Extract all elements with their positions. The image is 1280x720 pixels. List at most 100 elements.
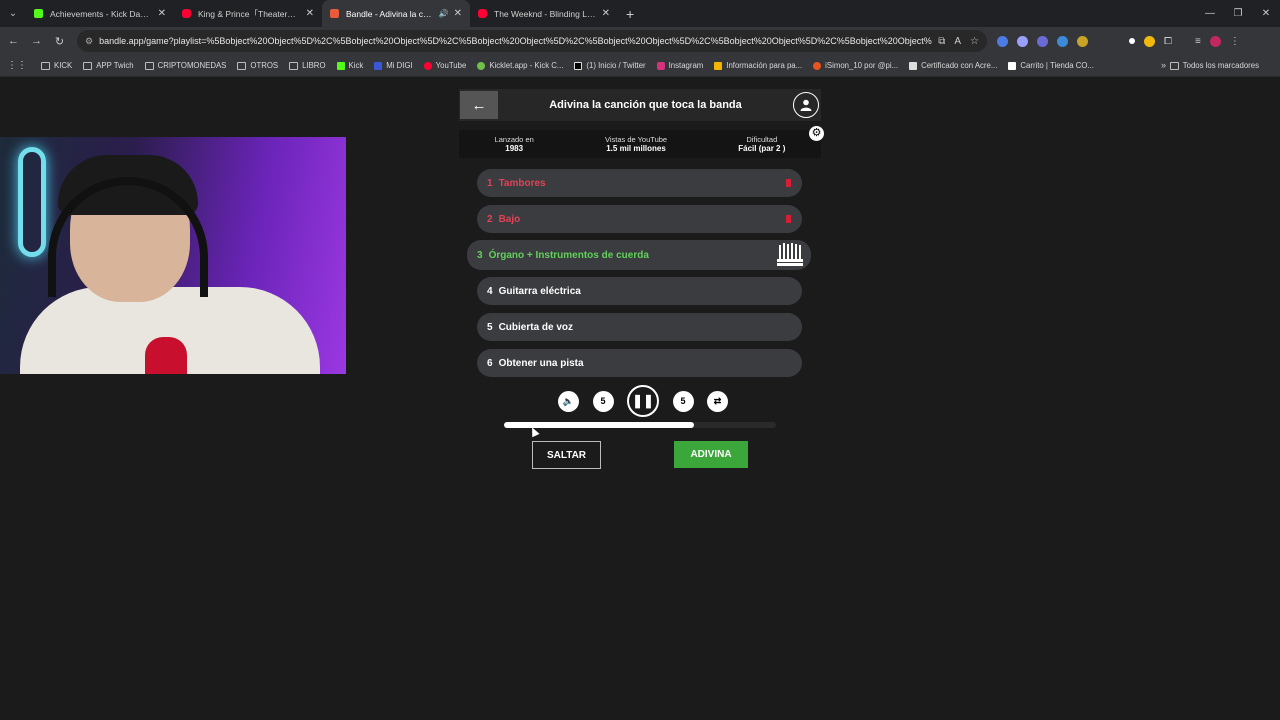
profile-button[interactable] — [793, 92, 819, 118]
install-app-icon[interactable]: ⧉ — [938, 36, 945, 47]
bookmark-criptomonedas[interactable]: CRIPTOMONEDAS — [144, 61, 226, 70]
bookmark-star-icon[interactable]: ☆ — [970, 36, 979, 47]
extensions-puzzle-icon[interactable]: ⧠ — [1164, 36, 1172, 47]
reload-icon[interactable]: ↻ — [48, 35, 71, 48]
track-number: 3 — [477, 249, 483, 261]
extension-icon[interactable] — [1129, 38, 1135, 44]
site-icon — [909, 61, 918, 70]
track-label: Bajo — [498, 213, 521, 225]
volume-button[interactable]: 🔈 — [558, 390, 579, 412]
back-arrow-icon[interactable]: ← — [2, 35, 25, 47]
close-window-icon[interactable]: ✕ — [1252, 0, 1280, 27]
extension-icon[interactable] — [1144, 35, 1155, 47]
track-item-5[interactable]: 5 Cubierta de voz — [477, 313, 802, 341]
reading-list-icon[interactable]: ≡ — [1195, 36, 1201, 47]
bookmark-informacion[interactable]: Información para pa... — [714, 61, 802, 70]
site-info-icon[interactable]: ⚙ — [85, 36, 93, 47]
kick-icon — [336, 61, 345, 70]
bookmark-carrito[interactable]: Carrito | Tienda CO... — [1008, 61, 1094, 70]
track-number: 4 — [487, 285, 493, 297]
player-controls: 🔈 5 ❚❚ 5 ⇄ — [558, 385, 728, 417]
stat-label: Lanzado en — [494, 135, 534, 144]
youtube-icon — [423, 61, 432, 70]
address-bar[interactable]: ⚙ bandle.app/game?playlist=%5Bobject%20O… — [77, 30, 987, 52]
bookmark-app-twich[interactable]: APP Twich — [83, 61, 134, 70]
user-icon — [800, 99, 812, 111]
rewind-button[interactable]: 5 — [592, 390, 614, 412]
url-text: bandle.app/game?playlist=%5Bobject%20Obj… — [99, 36, 933, 46]
bookmark-label: KICK — [54, 61, 73, 70]
extension-icon[interactable] — [997, 35, 1008, 47]
bookmark-kick-folder[interactable]: KICK — [41, 61, 72, 70]
folder-icon — [41, 61, 50, 70]
song-stats: Lanzado en 1983 Vistas de YouTube 1.5 mi… — [459, 130, 821, 158]
track-item-1[interactable]: 1 Tambores — [477, 169, 802, 197]
minimize-icon[interactable]: — — [1196, 0, 1224, 27]
more-bookmarks-icon[interactable]: » — [1161, 60, 1166, 70]
extension-icon[interactable] — [1057, 35, 1068, 47]
tab-kick-dashboard[interactable]: Achievements - Kick Dashboard ✕ — [26, 0, 174, 27]
audio-playing-icon[interactable]: 🔊 — [439, 9, 449, 18]
profile-avatar-icon[interactable] — [1209, 35, 1221, 47]
kicklet-icon — [477, 61, 486, 70]
restore-icon[interactable]: ❐ — [1224, 0, 1252, 27]
browser-menu-icon[interactable]: ⋮ — [1230, 36, 1240, 47]
extension-icon[interactable] — [1017, 35, 1028, 47]
bookmark-label: OTROS — [250, 61, 279, 70]
tab-youtube-king-prince[interactable]: King & Prince「Theater」MV - Yo ✕ — [174, 0, 322, 27]
bookmark-mi-digi[interactable]: Mi DIGI — [374, 61, 413, 70]
bookmark-twitter[interactable]: (1) Inicio / Twitter — [574, 61, 646, 70]
bookmark-isimon[interactable]: iSimon_10 por @pi... — [813, 61, 898, 70]
stat-value: 1.5 mil millones — [606, 144, 666, 153]
close-icon[interactable]: ✕ — [306, 8, 314, 19]
skip-button[interactable]: SALTAR — [532, 441, 601, 469]
extension-icon[interactable] — [1077, 35, 1088, 47]
bookmark-label: (1) Inicio / Twitter — [586, 61, 646, 70]
instagram-icon — [656, 61, 665, 70]
track-label: Órgano + Instrumentos de cuerda — [488, 249, 649, 261]
stat-release-year: Lanzado en 1983 — [495, 135, 534, 153]
bookmark-label: Mi DIGI — [386, 61, 413, 70]
bookmark-kick[interactable]: Kick — [336, 61, 364, 70]
new-tab-button[interactable]: + — [626, 6, 634, 22]
playback-progress[interactable] — [504, 422, 776, 428]
tab-search-button[interactable]: ⌄ — [0, 0, 26, 27]
tab-youtube-weeknd[interactable]: The Weeknd - Blinding Lights ( ✕ — [470, 0, 618, 27]
track-item-2[interactable]: 2 Bajo — [477, 205, 802, 233]
track-item-6[interactable]: 6 Obtener una pista — [477, 349, 802, 377]
all-bookmarks-folder[interactable]: Todos los marcadores — [1169, 61, 1259, 70]
close-icon[interactable]: ✕ — [602, 8, 610, 19]
forward-arrow-icon[interactable]: → — [25, 35, 48, 47]
track-number: 2 — [487, 213, 493, 225]
folder-icon — [237, 61, 247, 70]
translate-icon[interactable]: A — [954, 36, 961, 47]
repeat-off-icon: ⇄ — [713, 395, 722, 406]
bookmark-instagram[interactable]: Instagram — [656, 61, 703, 70]
guess-button[interactable]: ADIVINA — [674, 441, 748, 468]
close-icon[interactable]: ✕ — [158, 8, 166, 19]
pause-button[interactable]: ❚❚ — [627, 385, 659, 417]
close-icon[interactable]: ✕ — [454, 8, 462, 19]
bookmark-libro[interactable]: LIBRO — [289, 61, 326, 70]
track-item-4[interactable]: 4 Guitarra eléctrica — [477, 277, 802, 305]
bookmark-label: Kick — [348, 61, 364, 70]
extension-icon[interactable] — [1037, 35, 1048, 47]
tab-title: Bandle - Adivina la canción — [346, 8, 436, 19]
track-item-3[interactable]: 3 Órgano + Instrumentos de cuerda — [467, 240, 811, 270]
bookmark-label: YouTube — [435, 61, 467, 70]
gear-icon[interactable]: ⚙ — [809, 126, 824, 141]
forward-icon: 5 — [680, 396, 686, 406]
bookmark-youtube[interactable]: YouTube — [423, 61, 467, 70]
page-title: Adivina la canción que toca la banda — [549, 99, 742, 111]
youtube-favicon-icon — [478, 9, 487, 18]
x-twitter-icon — [574, 61, 583, 70]
bookmark-otros[interactable]: OTROS — [237, 61, 278, 70]
track-label: Tambores — [498, 177, 546, 189]
apps-grid-icon[interactable]: ⋮⋮ — [7, 60, 27, 71]
bookmark-certificado[interactable]: Certificado con Acre... — [909, 61, 997, 70]
bookmark-kicklet[interactable]: Kicklet.app - Kick C... — [477, 61, 563, 70]
back-button[interactable]: ← — [460, 91, 498, 119]
tab-bandle[interactable]: Bandle - Adivina la canción 🔊 ✕ — [322, 0, 470, 27]
no-repeat-button[interactable]: ⇄ — [707, 390, 728, 412]
forward-button[interactable]: 5 — [672, 390, 694, 412]
